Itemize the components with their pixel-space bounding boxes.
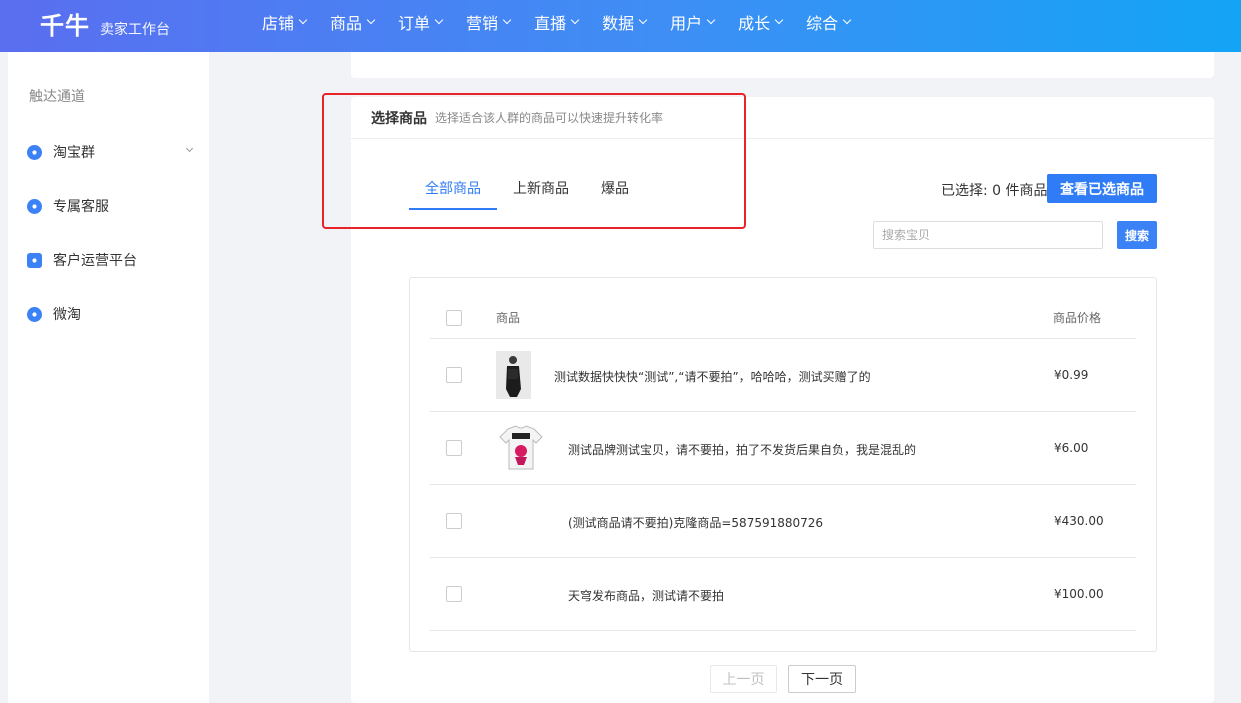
chat-bubble-icon [27, 144, 42, 160]
nav-item-data[interactable]: 数据 [602, 10, 648, 34]
table-row[interactable]: 测试数据快快快“测试”,“请不要拍”，哈哈哈，测试买赠了的 ¥0.99 [430, 339, 1136, 412]
logo-subtitle: 卖家工作台 [100, 22, 170, 38]
chevron-down-icon [706, 15, 716, 25]
product-name: 测试数据快快快“测试”,“请不要拍”，哈哈哈，测试买赠了的 [554, 370, 871, 384]
next-page-button[interactable]: 下一页 [788, 665, 856, 693]
prev-page-button[interactable]: 上一页 [710, 665, 777, 693]
product-name: 天穹发布商品，测试请不要拍 [568, 589, 725, 603]
nav-label: 用户 [670, 14, 703, 33]
broadcast-icon [27, 306, 42, 322]
row-checkbox[interactable] [446, 586, 462, 602]
product-thumbnail [496, 423, 546, 473]
search-button[interactable]: 搜索 [1117, 221, 1157, 249]
sidebar-item-customer-service[interactable]: 专属客服 [27, 196, 202, 216]
sidebar-item-label: 客户运营平台 [53, 253, 137, 269]
product-table: 商品 商品价格 测试数据快快快“测试”,“请不要拍”，哈哈哈，测试买赠了的 ¥0… [409, 277, 1157, 652]
nav-label: 店铺 [262, 14, 295, 33]
nav-item-users[interactable]: 用户 [670, 10, 716, 34]
nav-label: 综合 [806, 14, 839, 33]
nav-item-products[interactable]: 商品 [330, 10, 376, 34]
product-thumbnail [496, 351, 531, 399]
select-all-checkbox[interactable] [446, 310, 462, 326]
column-header-product: 商品 [496, 311, 521, 325]
column-header-price: 商品价格 [1053, 311, 1102, 325]
logo-text: 千牛 [40, 11, 90, 40]
view-selected-button[interactable]: 查看已选商品 [1047, 174, 1157, 203]
row-checkbox[interactable] [446, 513, 462, 529]
nav-item-shop[interactable]: 店铺 [262, 10, 308, 34]
sidebar-item-label: 专属客服 [53, 199, 109, 215]
product-price: ¥100.00 [1054, 587, 1104, 601]
chevron-down-icon [842, 15, 852, 25]
chevron-down-icon [570, 15, 580, 25]
crosshair-icon [27, 252, 42, 268]
nav-label: 营销 [466, 14, 499, 33]
sidebar-title: 触达通道 [29, 89, 85, 105]
product-price: ¥430.00 [1054, 514, 1104, 528]
sidebar-item-label: 淘宝群 [53, 145, 95, 161]
nav-item-marketing[interactable]: 营销 [466, 10, 512, 34]
tab-new-products[interactable]: 上新商品 [497, 171, 585, 210]
tab-hot-products[interactable]: 爆品 [585, 171, 645, 210]
table-row[interactable]: (测试商品请不要拍)克隆商品=587591880726 ¥430.00 [430, 485, 1136, 558]
table-row[interactable]: 测试品牌测试宝贝，请不要拍，拍了不发货后果自负，我是混乱的 ¥6.00 [430, 412, 1136, 485]
sidebar: 触达通道 淘宝群 专属客服 客户运营平台 微淘 [8, 52, 209, 703]
nav-item-live[interactable]: 直播 [534, 10, 580, 34]
sidebar-item-customer-ops[interactable]: 客户运营平台 [27, 250, 202, 270]
chevron-down-icon [502, 15, 512, 25]
select-products-card: 选择商品 选择适合该人群的商品可以快速提升转化率 全部商品 上新商品 爆品 已选… [351, 97, 1214, 703]
chevron-down-icon [638, 15, 648, 25]
row-checkbox[interactable] [446, 440, 462, 456]
product-name: (测试商品请不要拍)克隆商品=587591880726 [568, 516, 824, 530]
nav-item-growth[interactable]: 成长 [738, 10, 784, 34]
headset-icon [27, 198, 42, 214]
search-input[interactable] [873, 221, 1103, 249]
sidebar-item-weitao[interactable]: 微淘 [27, 304, 202, 324]
table-header: 商品 商品价格 [430, 278, 1136, 339]
nav-label: 直播 [534, 14, 567, 33]
nav-item-general[interactable]: 综合 [806, 10, 852, 34]
product-price: ¥6.00 [1054, 441, 1089, 455]
sidebar-item-label: 微淘 [53, 307, 81, 323]
logo[interactable]: 千牛 卖家工作台 [40, 6, 170, 41]
row-checkbox[interactable] [446, 367, 462, 383]
chevron-down-icon [366, 15, 376, 25]
nav-label: 数据 [602, 14, 635, 33]
chevron-down-icon [434, 15, 444, 25]
chevron-down-icon[interactable] [185, 144, 194, 153]
table-row[interactable]: 天穹发布商品，测试请不要拍 ¥100.00 [430, 558, 1136, 631]
nav-item-orders[interactable]: 订单 [398, 10, 444, 34]
selected-count: 已选择: 0 件商品 [941, 183, 1048, 199]
product-price: ¥0.99 [1054, 368, 1089, 382]
product-tabs: 全部商品 上新商品 爆品 [409, 171, 645, 210]
chevron-down-icon [774, 15, 784, 25]
section-subtitle: 选择适合该人群的商品可以快速提升转化率 [435, 111, 664, 125]
top-nav-bar: 千牛 卖家工作台 店铺 商品 订单 营销 直播 数据 用户 成长 综合 [0, 0, 1241, 52]
product-name: 测试品牌测试宝贝，请不要拍，拍了不发货后果自负，我是混乱的 [568, 443, 917, 457]
nav-label: 商品 [330, 14, 363, 33]
card-header: 选择商品 选择适合该人群的商品可以快速提升转化率 [351, 97, 1214, 139]
sidebar-item-taobao-group[interactable]: 淘宝群 [27, 142, 202, 162]
tab-all-products[interactable]: 全部商品 [409, 171, 497, 210]
nav-label: 订单 [398, 14, 431, 33]
nav-label: 成长 [738, 14, 771, 33]
previous-card [351, 52, 1214, 78]
chevron-down-icon [298, 15, 308, 25]
main-nav: 店铺 商品 订单 营销 直播 数据 用户 成长 综合 [262, 0, 874, 44]
section-title: 选择商品 [371, 110, 427, 127]
